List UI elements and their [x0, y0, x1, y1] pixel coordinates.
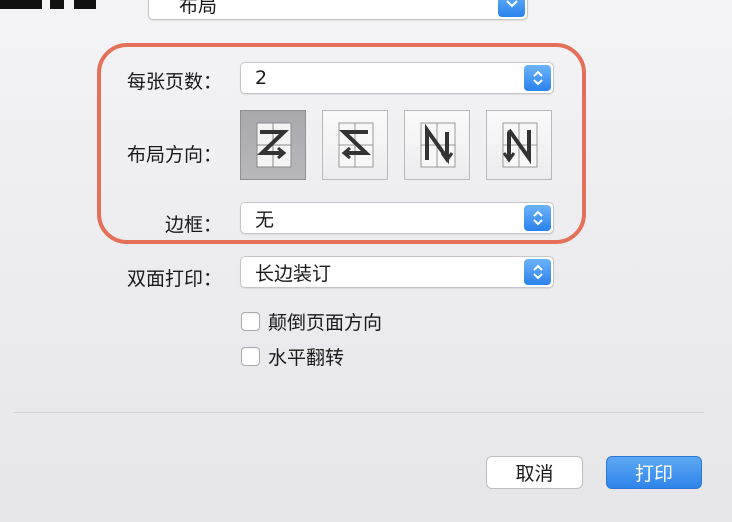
- border-label: 边框：: [164, 214, 222, 236]
- pages-per-sheet-value: 2: [255, 67, 268, 89]
- pages-per-sheet-label: 每张页数：: [126, 71, 222, 93]
- layout-reverse-z-order-button[interactable]: [322, 110, 388, 180]
- section-select-value: 布局: [179, 0, 218, 17]
- reverse-page-orientation-option[interactable]: 颠倒页面方向: [241, 308, 382, 335]
- flip-horizontally-checkbox[interactable]: [241, 347, 260, 366]
- flip-horizontally-label: 水平翻转: [268, 347, 345, 369]
- up-down-arrows-icon[interactable]: [524, 205, 551, 231]
- title-fragment: [0, 0, 42, 9]
- reverse-z-order-icon: [338, 122, 374, 168]
- reverse-page-orientation-label: 颠倒页面方向: [268, 312, 383, 334]
- z-order-icon: [256, 122, 292, 168]
- up-down-arrows-icon[interactable]: [524, 259, 551, 285]
- title-fragment: [74, 0, 96, 9]
- section-select[interactable]: 布局: [148, 0, 528, 20]
- layout-direction-label: 布局方向：: [126, 144, 222, 166]
- divider: [14, 412, 704, 413]
- chevron-down-icon[interactable]: [498, 0, 525, 17]
- clipped-title-bar: [0, 0, 100, 14]
- two-sided-value: 长边装订: [255, 262, 332, 285]
- reverse-page-orientation-checkbox[interactable]: [241, 312, 260, 331]
- up-down-arrows-icon[interactable]: [524, 65, 551, 91]
- border-select[interactable]: 无: [240, 202, 554, 234]
- border-value: 无: [255, 208, 275, 231]
- two-sided-select[interactable]: 长边装订: [240, 256, 554, 288]
- layout-n-reverse-order-button[interactable]: [404, 110, 470, 180]
- layout-n-order-button[interactable]: [486, 110, 552, 180]
- title-fragment: [50, 0, 64, 9]
- n-reverse-order-icon: [420, 122, 456, 168]
- two-sided-label: 双面打印：: [126, 268, 222, 290]
- pages-per-sheet-select[interactable]: 2: [240, 62, 554, 94]
- flip-horizontally-option[interactable]: 水平翻转: [241, 343, 344, 370]
- cancel-button[interactable]: 取消: [486, 456, 583, 489]
- layout-z-order-button[interactable]: [240, 110, 306, 180]
- print-button[interactable]: 打印: [606, 456, 702, 489]
- n-order-icon: [502, 122, 538, 168]
